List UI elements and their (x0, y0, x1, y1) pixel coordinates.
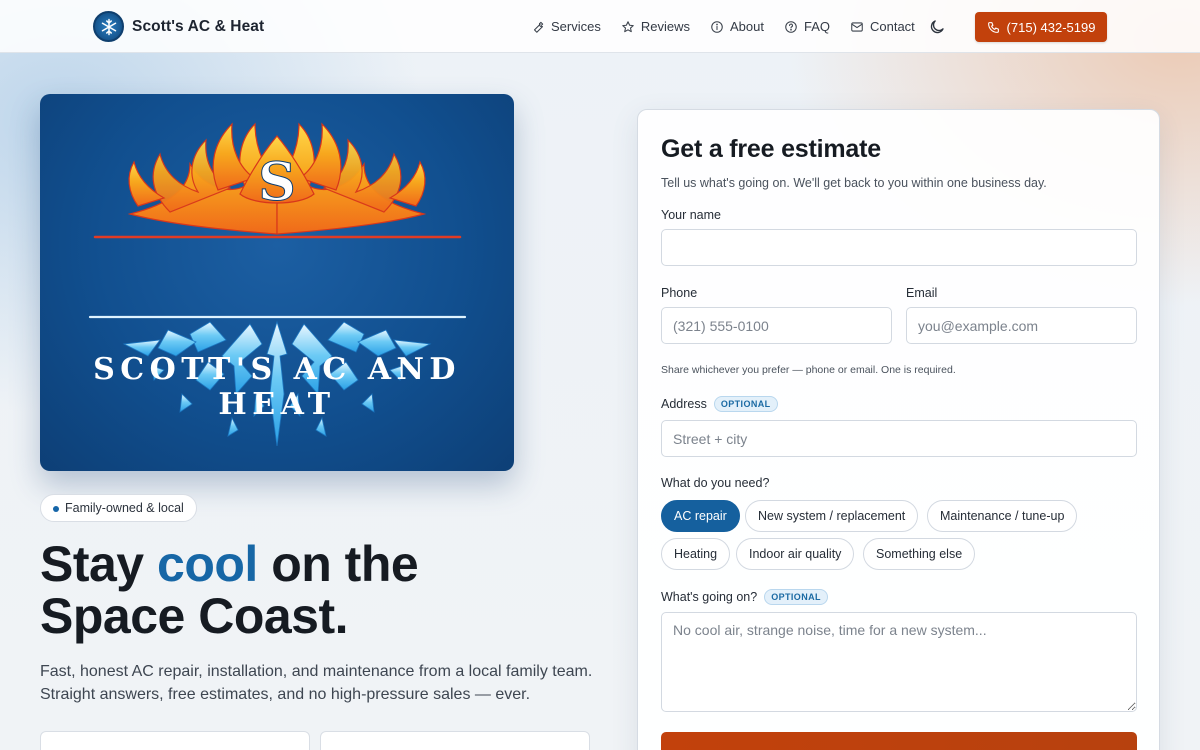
details-label: What's going on? OPTIONAL (661, 589, 828, 605)
dot-icon (53, 506, 59, 512)
nav-link-about[interactable]: About (710, 19, 764, 34)
star-icon (622, 20, 634, 32)
call-button-label: (715) 432-5199 (1006, 19, 1096, 35)
submit-button[interactable] (661, 732, 1137, 750)
phone-icon (987, 21, 999, 33)
email-input[interactable] (906, 307, 1137, 344)
details-label-text: What's going on? (661, 590, 758, 604)
need-chip-indoor-air[interactable]: Indoor air quality (736, 538, 855, 570)
name-input[interactable] (661, 229, 1137, 266)
hero-subtitle: Fast, honest AC repair, installation, an… (40, 663, 593, 703)
help-circle-icon (785, 20, 797, 33)
need-chip-maintenance[interactable]: Maintenance / tune-up (927, 500, 1078, 532)
nav-link-label: Reviews (640, 19, 690, 34)
nav-link-label: About (729, 19, 764, 34)
optional-badge: OPTIONAL (713, 396, 778, 412)
brand-name: Scott's AC & Heat (132, 17, 265, 35)
phone-cta-button[interactable] (40, 731, 310, 750)
theme-toggle-button[interactable] (928, 18, 946, 36)
nav-link-contact[interactable]: Contact (850, 19, 915, 34)
badge-label: Family-owned & local (65, 501, 184, 515)
nav-link-label: Contact (869, 19, 915, 34)
address-input[interactable] (661, 420, 1137, 457)
nav-link-label: Services (551, 19, 601, 34)
email-label: Email (906, 286, 937, 300)
phone-input[interactable] (661, 307, 892, 344)
headline-end: on the (257, 536, 419, 592)
need-chip-ac-repair[interactable]: AC repair (661, 500, 740, 532)
need-label: What do you need? (661, 476, 769, 490)
company-logo-image: S SCOTT'S AC AND HEAT (40, 94, 514, 471)
optional-badge: OPTIONAL (764, 589, 828, 605)
address-label: Address OPTIONAL (661, 396, 778, 412)
need-chip-new-system[interactable]: New system / replacement (745, 500, 919, 532)
nav-link-faq[interactable]: FAQ (784, 19, 830, 34)
logo-monogram: S (258, 152, 296, 213)
need-chip-heating[interactable]: Heating (661, 538, 731, 570)
name-label-text: Your name (661, 208, 721, 222)
name-label: Your name (661, 208, 721, 222)
nav-link-label: FAQ (803, 19, 830, 34)
phone-label: Phone (661, 286, 697, 300)
moon-icon (930, 20, 944, 34)
email-cta-button[interactable] (320, 731, 590, 750)
headline-line2: Space Coast. (40, 588, 349, 644)
need-label-text: What do you need? (661, 476, 770, 490)
need-chip-something-else[interactable]: Something else (863, 538, 976, 570)
address-label-text: Address (661, 397, 707, 411)
headline-start: Stay (40, 536, 158, 592)
logo-wordmark: SCOTT'S AC AND HEAT (93, 352, 461, 422)
nav-link-services[interactable]: Services (531, 19, 601, 34)
brand[interactable]: Scott's AC & Heat (93, 11, 264, 42)
snowflake-logo-icon (93, 11, 124, 42)
contact-hint: Share whichever you prefer — phone or em… (661, 364, 956, 376)
details-textarea[interactable] (661, 612, 1137, 712)
mail-icon (851, 21, 863, 32)
headline-accent: cool (157, 536, 258, 592)
nav-link-reviews[interactable]: Reviews (621, 19, 690, 34)
nav-links: Services Reviews About FAQ Contact (531, 0, 935, 53)
estimate-form: Get a free estimate Tell us what's going… (637, 109, 1160, 750)
call-button[interactable]: (715) 432-5199 (975, 12, 1107, 42)
family-owned-badge: Family-owned & local (40, 494, 197, 522)
email-label-text: Email (906, 286, 938, 300)
hero-headline: Stay cool on the Space Coast. (40, 538, 600, 642)
wrench-icon (533, 21, 544, 33)
form-subtitle: Tell us what's going on. We'll get back … (661, 176, 1047, 190)
info-icon (711, 20, 723, 33)
form-title: Get a free estimate (661, 135, 881, 163)
top-nav: Scott's AC & Heat Services Reviews About… (0, 0, 1200, 53)
phone-label-text: Phone (661, 286, 698, 300)
